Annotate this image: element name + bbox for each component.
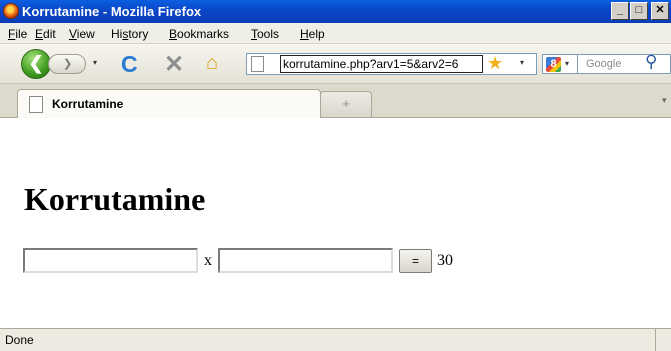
window-title: Korrutamine - Mozilla Firefox <box>22 4 202 19</box>
menu-view[interactable]: View <box>69 27 95 41</box>
menu-edit[interactable]: Edit <box>35 27 56 41</box>
number-input-b[interactable] <box>218 248 393 273</box>
maximize-button[interactable]: □ <box>630 2 648 20</box>
tab-label: Korrutamine <box>52 97 124 111</box>
reload-icon[interactable]: C <box>121 51 138 78</box>
forward-button[interactable]: ❯ <box>48 54 86 74</box>
google-logo-icon: 8 <box>546 57 561 72</box>
bookmark-star-icon[interactable]: ★ <box>487 53 503 74</box>
back-button[interactable]: ❮ <box>21 49 51 79</box>
menu-bar: File Edit View History Bookmarks Tools H… <box>0 23 671 44</box>
url-bar[interactable]: korrutamine.php?arv1=5&arv2=6 ★ ▾ <box>246 53 537 75</box>
url-dropdown-icon[interactable]: ▾ <box>520 58 524 67</box>
menu-help[interactable]: Help <box>300 27 325 41</box>
search-engine-selector[interactable]: 8 ▾ <box>542 54 578 74</box>
menu-history[interactable]: History <box>111 27 148 41</box>
status-text: Done <box>0 329 656 351</box>
search-icon[interactable]: ⚲ <box>645 52 657 72</box>
title-bar: Korrutamine - Mozilla Firefox _ □ ✕ <box>0 0 671 23</box>
minimize-button[interactable]: _ <box>611 2 629 20</box>
tab-korrutamine[interactable]: Korrutamine <box>17 89 321 118</box>
firefox-logo-icon <box>3 3 19 19</box>
navigation-toolbar: ❮ ❯ ▾ C ✕ ⌂ korrutamine.php?arv1=5&arv2=… <box>0 44 671 84</box>
close-button[interactable]: ✕ <box>651 2 669 20</box>
url-input[interactable]: korrutamine.php?arv1=5&arv2=6 <box>280 55 483 73</box>
page-icon <box>251 56 264 72</box>
history-dropdown-icon[interactable]: ▾ <box>93 58 97 67</box>
menu-tools[interactable]: Tools <box>251 27 279 41</box>
multiply-operator: x <box>204 252 212 269</box>
new-tab-button[interactable]: + <box>320 91 372 117</box>
page-icon <box>29 96 43 113</box>
menu-bookmarks[interactable]: Bookmarks <box>169 27 229 41</box>
status-bar: Done <box>0 328 671 351</box>
search-engine-dropdown-icon[interactable]: ▾ <box>565 59 569 68</box>
tab-strip: Korrutamine + ▾ <box>0 84 671 118</box>
page-content: Korrutamine x = 30 <box>0 118 671 328</box>
tab-list-icon[interactable]: ▾ <box>662 95 667 106</box>
stop-icon[interactable]: ✕ <box>164 50 184 79</box>
result-value: 30 <box>437 252 453 269</box>
menu-file[interactable]: File <box>8 27 27 41</box>
equals-button[interactable]: = <box>399 249 432 273</box>
page-heading: Korrutamine <box>24 181 206 217</box>
number-input-a[interactable] <box>23 248 198 273</box>
home-icon[interactable]: ⌂ <box>206 52 218 75</box>
